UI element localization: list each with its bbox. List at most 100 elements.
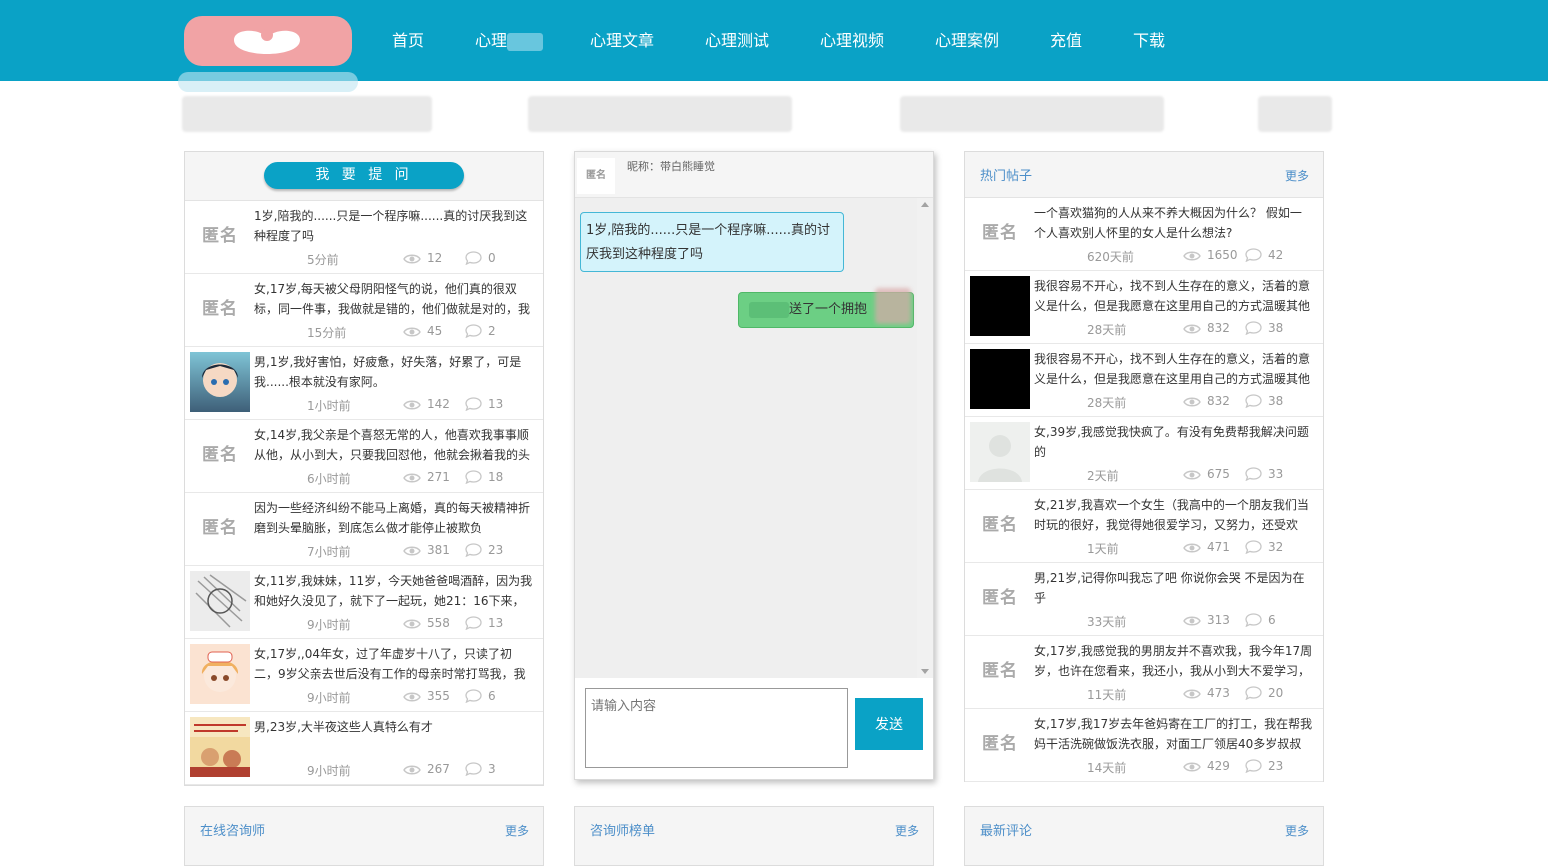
post-item[interactable]: 匿名 1岁,陪我的......只是一个程序嘛......真的讨厌我到这种程度了吗 5… [185, 201, 543, 274]
nav-articles[interactable]: 心理文章 [590, 0, 654, 81]
comment-count: 13 [465, 397, 503, 412]
post-item[interactable]: 我很容易不开心，找不到人生存在的意义，活着的意义是什么，但是我愿意在这里用自己的… [965, 344, 1323, 417]
anonymous-avatar[interactable]: 匿名 [970, 568, 1030, 628]
comment-bubble-icon [465, 324, 488, 339]
more-link[interactable]: 更多 [895, 822, 919, 839]
eye-icon [1183, 686, 1207, 700]
nav-home[interactable]: 首页 [392, 0, 424, 81]
post-title[interactable]: 我很容易不开心，找不到人生存在的意义，活着的意义是什么，但是我愿意在这里用自己的… [1034, 349, 1313, 391]
message-input[interactable] [585, 688, 848, 768]
post-item[interactable]: 男,1岁,我好害怕，好疲惫，好失落，好累了，可是我......根本就没有家阿。 1… [185, 347, 543, 420]
avatar[interactable] [190, 352, 250, 412]
scroll-up-icon[interactable] [921, 202, 929, 207]
comment-count: 38 [1245, 321, 1283, 336]
nav-download[interactable]: 下载 [1133, 0, 1165, 81]
post-item[interactable]: 男,23岁,大半夜这些人真特么有才 9小时前 267 3 [185, 712, 543, 785]
post-item[interactable]: 女,11岁,我妹妹，11岁，今天她爸爸喝酒醉，因为我和她好久没见了，就下了一起玩… [185, 566, 543, 639]
post-time: 9小时前 [307, 618, 351, 632]
comment-bubble-icon [465, 543, 488, 558]
post-title[interactable]: 女,14岁,我父亲是个喜怒无常的人，他喜欢我事事顺从他，从小到大，只要我回怼他，… [254, 425, 533, 467]
post-title[interactable]: 男,23岁,大半夜这些人真特么有才 [254, 717, 533, 759]
post-item[interactable]: 匿名 女,21岁,我喜欢一个女生（我高中的一个朋友我们当时玩的很好，我觉得她很爱学… [965, 490, 1323, 563]
site-logo[interactable] [184, 16, 352, 66]
post-item[interactable]: 匿名 女,17岁,每天被父母阴阳怪气的说，他们真的很双标，同一件事，我做就是错的，… [185, 274, 543, 347]
eye-icon [403, 324, 427, 338]
panel-title: 在线咨询师 [200, 824, 266, 839]
post-title[interactable]: 女,17岁,我17岁去年爸妈寄在工厂的打工，我在帮我妈干活洗碗做饭洗衣服，对面工… [1034, 714, 1313, 756]
post-time: 7小时前 [307, 545, 351, 559]
more-link[interactable]: 更多 [505, 822, 529, 839]
post-title[interactable]: 女,39岁,我感觉我快疯了。有没有免费帮我解决问题的 [1034, 422, 1313, 464]
post-item[interactable]: 匿名 女,17岁,我感觉我的男朋友并不喜欢我，我今年17周岁，也许在您看来，我还小… [965, 636, 1323, 709]
anonymous-avatar[interactable]: 匿名 [970, 203, 1030, 263]
post-time: 33天前 [1087, 615, 1127, 629]
post-title[interactable]: 女,17岁,我感觉我的男朋友并不喜欢我，我今年17周岁，也许在您看来，我还小，我… [1034, 641, 1313, 683]
nav-recharge[interactable]: 充值 [1050, 0, 1082, 81]
anonymous-avatar[interactable]: 匿名 [190, 279, 250, 339]
chat-messages[interactable]: 1岁,陪我的......只是一个程序嘛......真的讨厌我到这种程度了吗 送了… [575, 198, 933, 678]
latest-comments-panel: 最新评论 更多 [964, 806, 1324, 866]
post-item[interactable]: 匿名 一个喜欢猫狗的人从来不养大概因为什么？ 假如一个人喜欢别人怀里的女人是什么想… [965, 198, 1323, 271]
post-title[interactable]: 女,17岁,每天被父母阴阳怪气的说，他们真的很双标，同一件事，我做就是错的，他们… [254, 279, 533, 321]
nav-xinli[interactable]: 心理 [475, 0, 544, 81]
post-title[interactable]: 我很容易不开心，找不到人生存在的意义，活着的意义是什么，但是我愿意在这里用自己的… [1034, 276, 1313, 318]
avatar[interactable] [190, 717, 250, 777]
post-item[interactable]: 匿名 女,14岁,我父亲是个喜怒无常的人，他喜欢我事事顺从他，从小到大，只要我回怼… [185, 420, 543, 493]
banner-blur [900, 96, 1164, 132]
avatar[interactable] [190, 571, 250, 631]
panel-title: 热门帖子 [980, 169, 1033, 184]
avatar[interactable] [970, 276, 1030, 336]
anonymous-avatar[interactable]: 匿名 [970, 641, 1030, 701]
post-item[interactable]: 我很容易不开心，找不到人生存在的意义，活着的意义是什么，但是我愿意在这里用自己的… [965, 271, 1323, 344]
post-title[interactable]: 男,1岁,我好害怕，好疲惫，好失落，好累了，可是我......根本就没有家阿。 [254, 352, 533, 394]
post-item[interactable]: 女,39岁,我感觉我快疯了。有没有免费帮我解决问题的 2天前 675 33 [965, 417, 1323, 490]
comment-bubble-icon [465, 397, 488, 412]
anonymous-avatar[interactable]: 匿名 [190, 425, 250, 485]
comment-count: 33 [1245, 467, 1283, 482]
more-link[interactable]: 更多 [1285, 822, 1309, 839]
comment-bubble-icon [1245, 248, 1268, 263]
avatar[interactable] [970, 422, 1030, 482]
ask-question-button[interactable]: 我 要 提 问 [264, 162, 464, 189]
view-count: 429 [1183, 759, 1230, 773]
comment-bubble-icon [465, 689, 488, 704]
view-count: 355 [403, 689, 450, 703]
post-title[interactable]: 女,17岁,,04年女，过了年虚岁十八了，只读了初二，9岁父亲去世后没有工作的母… [254, 644, 533, 686]
post-item[interactable]: 匿名 男,21岁,记得你叫我忘了吧 你说你会哭 不是因为在乎 33天前 313 6 [965, 563, 1323, 636]
scroll-down-icon[interactable] [921, 669, 929, 674]
view-count: 558 [403, 616, 450, 630]
post-title[interactable]: 女,21岁,我喜欢一个女生（我高中的一个朋友我们当时玩的很好，我觉得她很爱学习，… [1034, 495, 1313, 537]
more-link[interactable]: 更多 [1285, 167, 1309, 184]
post-title[interactable]: 男,21岁,记得你叫我忘了吧 你说你会哭 不是因为在乎 [1034, 568, 1313, 610]
panel-header: 热门帖子 更多 [965, 152, 1323, 198]
send-button[interactable]: 发送 [855, 698, 923, 750]
nav-tests[interactable]: 心理测试 [705, 0, 769, 81]
post-item[interactable]: 匿名 女,17岁,我17岁去年爸妈寄在工厂的打工，我在帮我妈干活洗碗做饭洗衣服，对… [965, 709, 1323, 782]
view-count: 271 [403, 470, 450, 484]
eye-icon [1183, 321, 1207, 335]
anonymous-avatar[interactable]: 匿名 [970, 495, 1030, 555]
avatar[interactable] [970, 349, 1030, 409]
post-time: 9小时前 [307, 764, 351, 778]
post-item[interactable]: 匿名 因为一些经济纠纷不能马上离婚，真的每天被精神折磨到头晕脑胀，到底怎么做才能停… [185, 493, 543, 566]
post-item[interactable]: 女,17岁,,04年女，过了年虚岁十八了，只读了初二，9岁父亲去世后没有工作的母… [185, 639, 543, 712]
nav-cases[interactable]: 心理案例 [935, 0, 999, 81]
post-title[interactable]: 因为一些经济纠纷不能马上离婚，真的每天被精神折磨到头晕脑胀，到底怎么做才能停止被… [254, 498, 533, 540]
avatar[interactable] [190, 644, 250, 704]
anonymous-avatar[interactable]: 匿名 [190, 206, 250, 266]
comment-count: 2 [465, 324, 496, 339]
comment-bubble-icon [1245, 759, 1268, 774]
comment-count: 20 [1245, 686, 1283, 701]
anonymous-avatar[interactable]: 匿名 [190, 498, 250, 558]
comment-count: 3 [465, 762, 496, 777]
post-title[interactable]: 女,11岁,我妹妹，11岁，今天她爸爸喝酒醉，因为我和她好久没见了，就下了一起玩… [254, 571, 533, 613]
panel-title: 咨询师榜单 [590, 824, 656, 839]
chat-scrollbar[interactable] [917, 198, 933, 678]
post-time: 2天前 [1087, 469, 1119, 483]
nav-videos[interactable]: 心理视频 [820, 0, 884, 81]
anonymous-avatar[interactable]: 匿名 [970, 714, 1030, 774]
comment-count: 6 [465, 689, 496, 704]
post-title[interactable]: 1岁,陪我的......只是一个程序嘛......真的讨厌我到这种程度了吗 [254, 206, 533, 248]
eye-icon [1183, 394, 1207, 408]
post-title[interactable]: 一个喜欢猫狗的人从来不养大概因为什么？ 假如一个人喜欢别人怀里的女人是什么想法? [1034, 203, 1313, 245]
